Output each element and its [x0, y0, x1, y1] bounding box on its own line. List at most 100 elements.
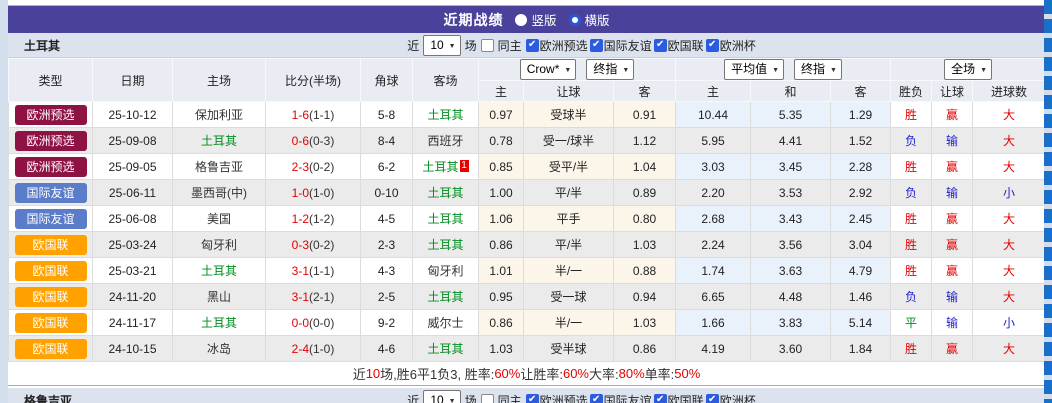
- sub-header-home-odds: 主: [479, 81, 524, 102]
- dashed-scroll-strip[interactable]: [1044, 0, 1052, 403]
- avg-away-odds: 5.14: [831, 310, 891, 336]
- league-checkbox-checked[interactable]: [590, 39, 603, 52]
- table-row: 欧洲预选25-10-12保加利亚1-6(1-1)5-8土耳其0.97受球半0.9…: [9, 102, 1046, 128]
- odds-home: 1.00: [479, 180, 524, 206]
- bookmaker-select[interactable]: Crow*: [520, 59, 577, 80]
- league-type-badge: 欧洲预选: [15, 157, 87, 177]
- final-odds-value-2: 终指: [801, 62, 825, 77]
- halftime-score: (0-3): [309, 134, 334, 148]
- odds-home: 1.01: [479, 258, 524, 284]
- match-count-select[interactable]: 10: [423, 390, 460, 403]
- league-type-badge: 欧国联: [15, 287, 87, 307]
- avg-draw-odds: 3.63: [751, 258, 831, 284]
- col-header-home: 主场: [173, 59, 266, 102]
- col-header-score: 比分(半场): [266, 59, 361, 102]
- league-filter-item[interactable]: 欧洲预选: [526, 37, 588, 54]
- result-outcome: 平: [905, 316, 917, 330]
- league-filter-item[interactable]: 国际友谊: [590, 37, 652, 54]
- league-checkbox-checked[interactable]: [526, 39, 539, 52]
- league-filter-item[interactable]: 国际友谊: [590, 392, 652, 403]
- final-odds-select[interactable]: 终指: [586, 59, 634, 80]
- result-outcome-cell: 负: [891, 128, 932, 154]
- avg-away-odds: 1.46: [831, 284, 891, 310]
- result-outcome-cell: 胜: [891, 206, 932, 232]
- summary-segment: 单率:: [645, 364, 675, 383]
- result-handicap-cell: 赢: [932, 258, 973, 284]
- page-title: 近期战绩: [443, 10, 503, 30]
- league-checkbox-checked[interactable]: [526, 394, 539, 403]
- result-goals-cell: 大: [973, 154, 1046, 180]
- result-outcome: 负: [905, 186, 917, 200]
- match-date: 24-10-15: [93, 336, 173, 362]
- average-value: 平均值: [731, 62, 767, 77]
- league-checkbox-checked[interactable]: [654, 39, 667, 52]
- league-filter-item[interactable]: 欧洲杯: [706, 392, 756, 403]
- next-team-name: 格鲁吉亚: [24, 392, 72, 403]
- league-checkbox-checked[interactable]: [706, 394, 719, 403]
- league-type-badge: 欧国联: [15, 339, 87, 359]
- league-label: 国际友谊: [604, 392, 652, 403]
- handicap-line: 受球半: [524, 102, 614, 128]
- same-home-checkbox[interactable]: [481, 394, 494, 403]
- result-outcome: 胜: [905, 342, 917, 356]
- result-goals-cell: 小: [973, 310, 1046, 336]
- handicap-line: 受一球: [524, 284, 614, 310]
- league-checkbox-checked[interactable]: [706, 39, 719, 52]
- layout-horizontal-option[interactable]: 横版: [569, 10, 610, 29]
- filter-suffix-label: 场: [465, 37, 477, 54]
- halftime-score: (1-1): [309, 264, 334, 278]
- result-handicap: 赢: [946, 264, 958, 278]
- sub-header-handicap: 让球: [524, 81, 614, 102]
- result-handicap-cell: 赢: [932, 336, 973, 362]
- avg-away-odds: 1.84: [831, 336, 891, 362]
- radio-selected-icon[interactable]: [569, 14, 581, 26]
- league-filter-list: 欧洲预选 国际友谊欧国联欧洲杯: [526, 392, 756, 403]
- league-filter-item[interactable]: 欧洲杯: [706, 37, 756, 54]
- away-team-cell: 威尔士: [413, 310, 479, 336]
- col-header-type: 类型: [9, 59, 93, 102]
- odds-home: 1.06: [479, 206, 524, 232]
- scope-group-header: 全场: [891, 59, 1046, 81]
- result-handicap: 输: [946, 290, 958, 304]
- summary-segment: 50%: [674, 366, 700, 381]
- match-count-select[interactable]: 10: [423, 35, 460, 56]
- result-handicap: 赢: [946, 108, 958, 122]
- same-home-checkbox[interactable]: [481, 39, 494, 52]
- result-goals: 大: [1003, 134, 1015, 148]
- avg-home-odds: 6.65: [676, 284, 751, 310]
- layout-horizontal-label: 横版: [585, 10, 610, 29]
- match-date: 25-06-11: [93, 180, 173, 206]
- match-date: 24-11-17: [93, 310, 173, 336]
- table-row: 欧国联24-10-15冰岛2-4(1-0)4-6土耳其1.03受半球0.864.…: [9, 336, 1046, 362]
- away-team: 土耳其: [422, 160, 458, 174]
- league-checkbox-checked[interactable]: [654, 394, 667, 403]
- halftime-score: (0-0): [309, 316, 334, 330]
- result-goals: 大: [1003, 160, 1015, 174]
- away-team-cell: 土耳其1: [413, 154, 479, 180]
- score-cell: 1-0(1-0): [266, 180, 361, 206]
- fulltime-score: 0-3: [292, 238, 309, 252]
- filter-suffix-label: 场: [465, 392, 477, 403]
- league-filter-item[interactable]: 欧国联: [654, 392, 704, 403]
- summary-segment: 10: [366, 366, 380, 381]
- avg-draw-odds: 3.43: [751, 206, 831, 232]
- avg-away-odds: 1.29: [831, 102, 891, 128]
- avg-home-odds: 4.19: [676, 336, 751, 362]
- league-label: 国际友谊: [604, 37, 652, 54]
- scope-select[interactable]: 全场: [944, 59, 992, 80]
- layout-vertical-option[interactable]: 竖版: [515, 10, 556, 29]
- home-team-cell: 匈牙利: [173, 232, 266, 258]
- league-filter-item[interactable]: 欧国联: [654, 37, 704, 54]
- result-outcome: 胜: [905, 212, 917, 226]
- league-checkbox-checked[interactable]: [590, 394, 603, 403]
- result-goals-cell: 小: [973, 180, 1046, 206]
- result-goals: 大: [1003, 238, 1015, 252]
- avg-away-odds: 3.04: [831, 232, 891, 258]
- radio-unselected-icon[interactable]: [515, 14, 527, 26]
- away-team: 西班牙: [427, 134, 463, 148]
- final-odds-select-2[interactable]: 终指: [794, 59, 842, 80]
- league-filter-item[interactable]: 欧洲预选: [526, 392, 588, 403]
- average-select[interactable]: 平均值: [724, 59, 784, 80]
- same-home-label: 同主: [498, 392, 522, 403]
- league-label: 欧国联: [668, 37, 704, 54]
